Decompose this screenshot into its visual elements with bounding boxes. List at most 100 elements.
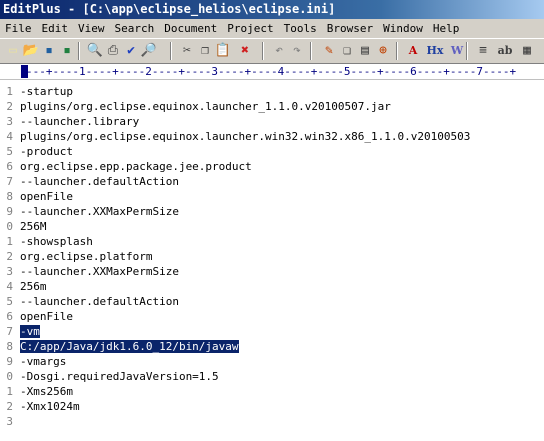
editor-line[interactable]: org.eclipse.platform — [20, 249, 152, 264]
open-icon[interactable]: 📂 — [22, 42, 40, 60]
line-number: 9 — [6, 355, 13, 368]
undo-icon[interactable]: ↶ — [270, 42, 288, 60]
save-icon[interactable]: ▪ — [40, 42, 58, 60]
hex-icon[interactable]: Hx — [426, 42, 444, 60]
editor-line[interactable]: -showsplash — [20, 234, 93, 249]
line-number: 8 — [6, 340, 13, 353]
toolbar-separator — [310, 42, 312, 60]
line-number: 9 — [6, 205, 13, 218]
editor-line-text: openFile — [20, 190, 73, 203]
menu-browser[interactable]: Browser — [322, 19, 378, 38]
pen-icon[interactable]: ✎ — [320, 42, 338, 60]
menu-window[interactable]: Window — [378, 19, 428, 38]
editor-line[interactable]: -Xmx1024m — [20, 399, 80, 414]
editor-line[interactable]: --launcher.library — [20, 114, 139, 129]
editor-line[interactable]: org.eclipse.epp.package.jee.product — [20, 159, 252, 174]
editor-line-text: -product — [20, 145, 73, 158]
toolbar-separator — [78, 42, 80, 60]
insert-icon[interactable]: ⊕ — [374, 42, 392, 60]
menu-file[interactable]: File — [0, 19, 37, 38]
toolbar: ▭ 📂 ▪ ▪ 🔍 ⎙ ✔ 🔎 ✂ ❐ 📋 ✖ ↶ ↷ ✎ ❏ ▤ ⊕ A Hx W ≡ ab ▦ — [0, 38, 544, 64]
title-bar: EditPlus - [C:\app\eclipse_helios\eclips… — [0, 0, 544, 19]
editor-line[interactable]: --launcher.XXMaxPermSize — [20, 264, 179, 279]
editor-line[interactable]: -startup — [20, 84, 73, 99]
line-number: 7 — [6, 325, 13, 338]
list-icon[interactable]: ≡ — [474, 42, 492, 60]
editor-line[interactable]: plugins/org.eclipse.equinox.launcher.win… — [20, 129, 470, 144]
editor-line[interactable]: --launcher.XXMaxPermSize — [20, 204, 179, 219]
editor-line[interactable]: --launcher.defaultAction — [20, 174, 179, 189]
paste-format-icon[interactable]: ▤ — [356, 42, 374, 60]
editor-line-text: -showsplash — [20, 235, 93, 248]
save-all-icon[interactable]: ▪ — [58, 42, 76, 60]
editor-line[interactable]: -vmargs — [20, 354, 66, 369]
line-number: 3 — [6, 115, 13, 128]
menu-view[interactable]: View — [73, 19, 110, 38]
print-preview-icon[interactable]: 🔍 — [86, 42, 104, 60]
line-number: 6 — [6, 160, 13, 173]
new-icon[interactable]: ▭ — [4, 42, 22, 60]
line-number: 1 — [6, 235, 13, 248]
editor-line-text: --launcher.defaultAction — [20, 175, 179, 188]
editor-line-text: openFile — [20, 310, 73, 323]
editor-line[interactable]: openFile — [20, 189, 73, 204]
line-number: 5 — [6, 145, 13, 158]
editor-line-text: -startup — [20, 85, 73, 98]
editor-line-text: plugins/org.eclipse.equinox.launcher.win… — [20, 130, 471, 143]
editor-line-text: org.eclipse.platform — [20, 250, 153, 263]
menu-search[interactable]: Search — [110, 19, 160, 38]
spell-check-icon[interactable]: ✔ — [122, 42, 140, 60]
editor-line-text: -Xms256m — [20, 385, 73, 398]
editor-line[interactable]: C:/app/Java/jdk1.6.0_12/bin/javaw — [20, 339, 239, 354]
delete-icon[interactable]: ✖ — [236, 42, 254, 60]
line-number: 5 — [6, 295, 13, 308]
menu-document[interactable]: Document — [159, 19, 222, 38]
copy-icon[interactable]: ❐ — [196, 42, 214, 60]
editor-line-text: org.eclipse.epp.package.jee.product — [20, 160, 252, 173]
toolbar-separator — [262, 42, 264, 60]
window-title: EditPlus - [C:\app\eclipse_helios\eclips… — [3, 2, 336, 16]
cut-icon[interactable]: ✂ — [178, 42, 196, 60]
menu-project[interactable]: Project — [222, 19, 278, 38]
editor-line-text: --launcher.XXMaxPermSize — [20, 265, 179, 278]
line-number: 2 — [6, 250, 13, 263]
redo-icon[interactable]: ↷ — [288, 42, 306, 60]
line-number: 2 — [6, 100, 13, 113]
menu-help[interactable]: Help — [428, 19, 465, 38]
editor-line-text: -Dosgi.requiredJavaVersion=1.5 — [20, 370, 219, 383]
copy-format-icon[interactable]: ❏ — [338, 42, 356, 60]
toolbar-separator — [396, 42, 398, 60]
line-number: 3 — [6, 415, 13, 428]
line-number: 0 — [6, 220, 13, 233]
abcd-icon[interactable]: ab — [496, 42, 514, 60]
editor-line-text: --launcher.defaultAction — [20, 295, 179, 308]
paste-icon[interactable]: 📋 — [214, 42, 232, 60]
line-number: 4 — [6, 280, 13, 293]
toolbar-separator — [466, 42, 468, 60]
line-number: 7 — [6, 175, 13, 188]
text-icon[interactable]: A — [404, 42, 422, 60]
editor-line[interactable]: --launcher.defaultAction — [20, 294, 179, 309]
editor-line[interactable]: -vm — [20, 324, 40, 339]
editor-line-text: plugins/org.eclipse.equinox.launcher_1.1… — [20, 100, 391, 113]
editor-line[interactable]: 256m — [20, 279, 47, 294]
wordwrap-icon[interactable]: W — [448, 42, 466, 60]
menu-tools[interactable]: Tools — [279, 19, 322, 38]
line-number: 6 — [6, 310, 13, 323]
editor-line[interactable]: 256M — [20, 219, 47, 234]
editor-line[interactable]: -Dosgi.requiredJavaVersion=1.5 — [20, 369, 219, 384]
editor-line-text: C:/app/Java/jdk1.6.0_12/bin/javaw — [20, 340, 239, 353]
find-icon[interactable]: 🔎 — [140, 42, 158, 60]
print-icon[interactable]: ⎙ — [104, 42, 122, 60]
menu-edit[interactable]: Edit — [37, 19, 74, 38]
editor-line-text: -Xmx1024m — [20, 400, 80, 413]
editor-line[interactable]: -product — [20, 144, 73, 159]
editor-line[interactable]: plugins/org.eclipse.equinox.launcher_1.1… — [20, 99, 391, 114]
text-editor-area[interactable]: -startup plugins/org.eclipse.equinox.laun… — [20, 80, 544, 441]
ruler-icon[interactable]: ▦ — [518, 42, 536, 60]
editor-line[interactable]: openFile — [20, 309, 73, 324]
line-number: 0 — [6, 370, 13, 383]
editor-line-text: 256M — [20, 220, 47, 233]
line-number: 3 — [6, 265, 13, 278]
editor-line[interactable]: -Xms256m — [20, 384, 73, 399]
